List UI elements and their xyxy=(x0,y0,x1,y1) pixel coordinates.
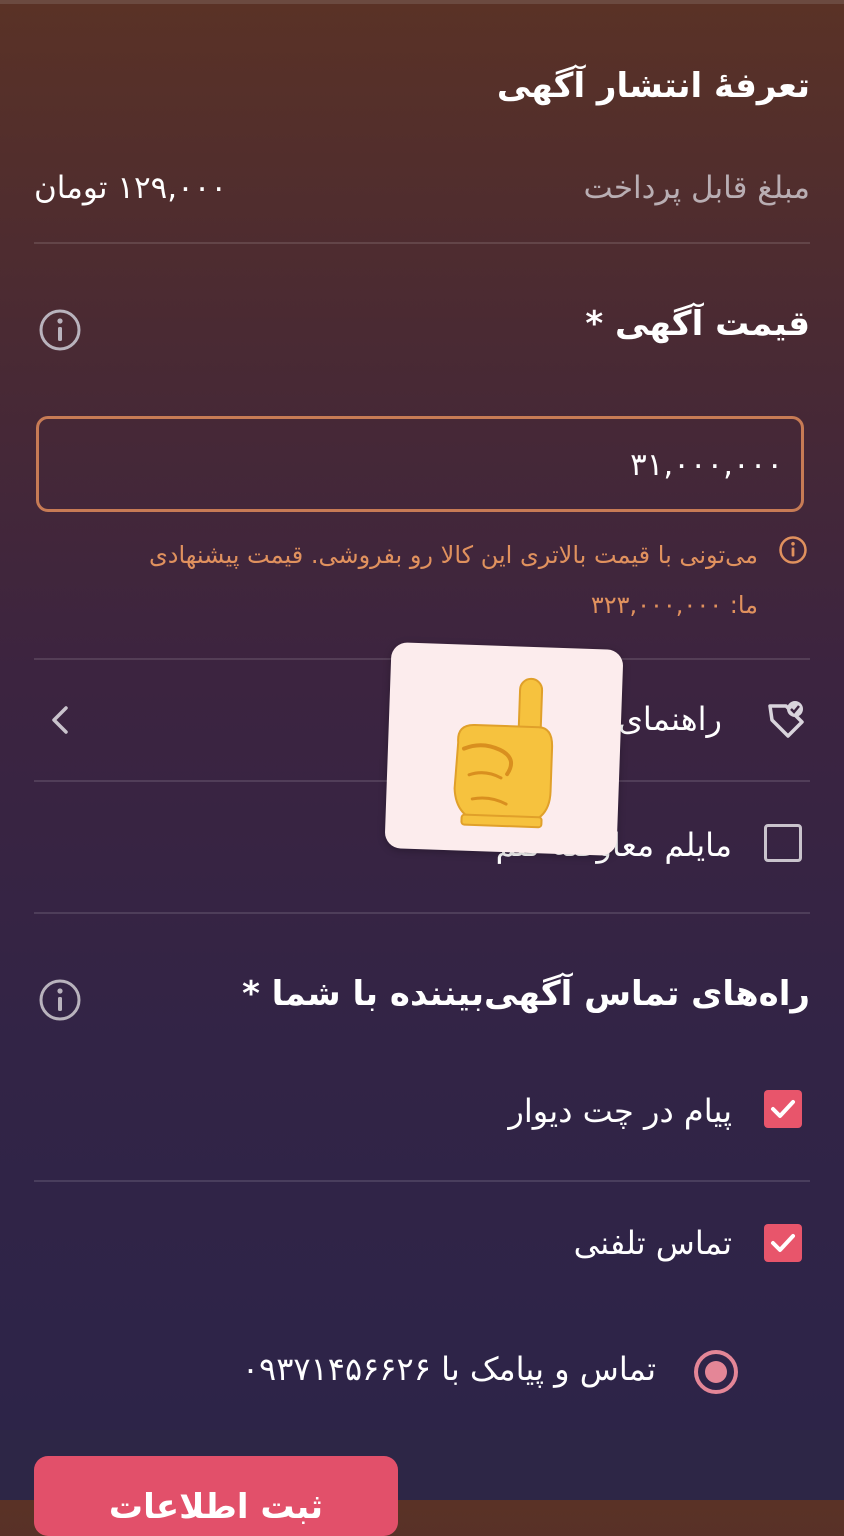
phone-checkbox[interactable] xyxy=(764,1224,802,1262)
payment-label: مبلغ قابل پرداخت xyxy=(583,170,810,206)
payment-value: ۱۲۹,۰۰۰ تومان xyxy=(34,170,228,206)
chevron-left-icon[interactable] xyxy=(44,700,76,740)
divider xyxy=(34,1180,810,1182)
contact-title: راه‌های تماس آگهی‌بیننده با شما * xyxy=(242,974,810,1014)
price-hint: می‌تونی با قیمت بالاتری این کالا رو بفرو… xyxy=(148,541,758,619)
top-edge xyxy=(0,0,844,4)
price-input-value: ۳۱,۰۰۰,۰۰۰ xyxy=(630,447,783,483)
guide-label[interactable]: راهنمای xyxy=(618,700,722,738)
chat-checkbox[interactable] xyxy=(764,1090,802,1128)
chat-option-label[interactable]: پیام در چت دیوار xyxy=(508,1092,732,1130)
pointing-hand-icon xyxy=(453,677,554,829)
exchange-checkbox[interactable] xyxy=(764,824,802,862)
divider xyxy=(34,912,810,914)
phone-option-label[interactable]: تماس تلفنی xyxy=(574,1224,732,1262)
phone-sms-radio[interactable] xyxy=(694,1350,738,1394)
price-input[interactable]: ۳۱,۰۰۰,۰۰۰ xyxy=(36,416,804,512)
radio-dot xyxy=(705,1361,727,1383)
divider xyxy=(34,242,810,244)
info-icon[interactable] xyxy=(38,978,82,1022)
check-icon xyxy=(771,1100,795,1118)
check-icon xyxy=(771,1234,795,1252)
tag-heart-icon xyxy=(764,698,808,742)
pointing-hand-overlay xyxy=(384,642,624,856)
phone-sms-label[interactable]: تماس و پیامک با ۰۹۳۷۱۴۵۶۶۲۶ xyxy=(242,1350,656,1388)
price-title: قیمت آگهی * xyxy=(585,304,810,344)
info-icon[interactable] xyxy=(38,308,82,352)
warning-info-icon xyxy=(778,535,808,565)
submit-button[interactable]: ثبت اطلاعات xyxy=(34,1456,398,1536)
page-title: تعرفهٔ انتشار آگهی xyxy=(496,66,810,106)
